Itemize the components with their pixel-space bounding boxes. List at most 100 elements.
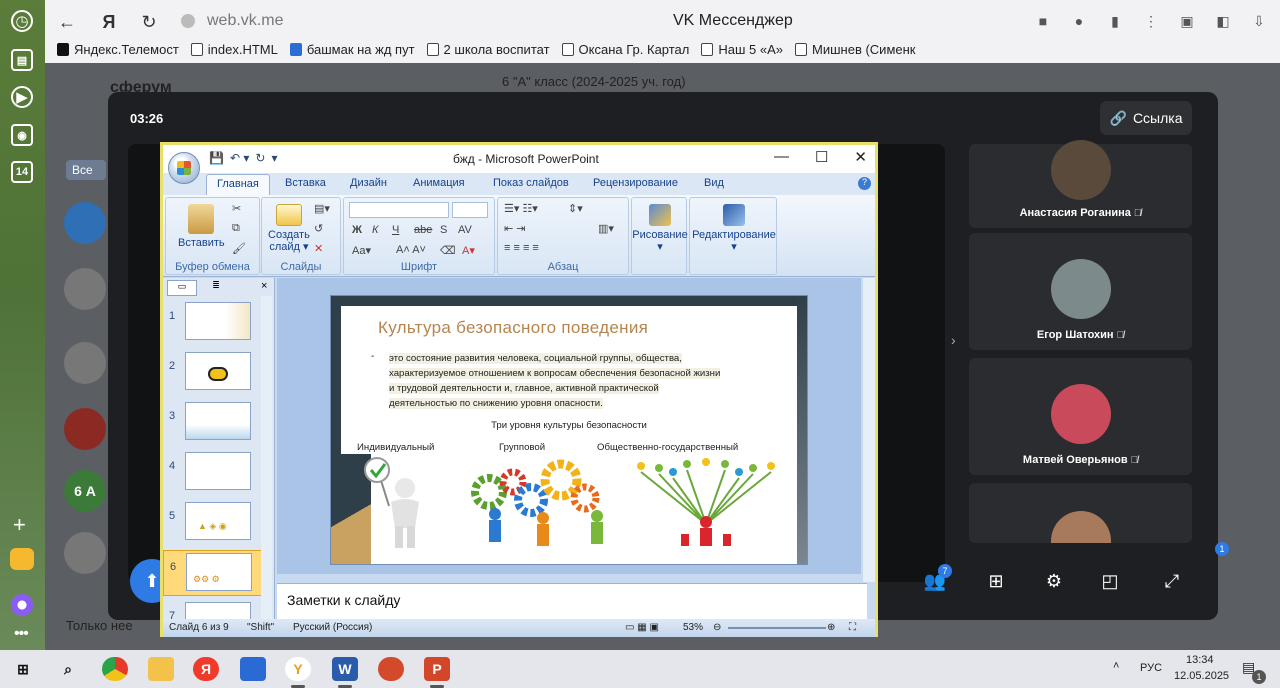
- chevron-right-icon[interactable]: ›: [951, 332, 956, 348]
- zoom-level[interactable]: 53%: [683, 622, 703, 633]
- settings-gear-icon[interactable]: ⚙: [1041, 569, 1067, 593]
- language-indicator[interactable]: Русский (Россия): [293, 622, 372, 633]
- video-icon[interactable]: ▶: [11, 86, 33, 108]
- font-color-button[interactable]: A▾: [462, 244, 475, 257]
- thumbs-scrollbar[interactable]: [261, 296, 272, 620]
- store-icon[interactable]: [240, 657, 266, 681]
- align-icons[interactable]: ≡ ≡ ≡ ≡: [504, 242, 539, 254]
- cut-icon[interactable]: ✂: [232, 202, 241, 215]
- italic-button[interactable]: К: [372, 224, 378, 236]
- tab-animation[interactable]: Анимация: [413, 177, 465, 189]
- participant-tile[interactable]: Матвей Оверьянов 🎙̸: [969, 358, 1192, 475]
- yandex-browser-icon[interactable]: Y: [285, 657, 311, 681]
- drawing-button[interactable]: Рисование ▾: [632, 204, 688, 253]
- bookmark-item[interactable]: Наш 5 «А»: [701, 42, 783, 57]
- chat-avatar[interactable]: [64, 202, 106, 244]
- minimize-icon[interactable]: —: [774, 148, 789, 166]
- undo-icon[interactable]: ↶ ▾: [230, 151, 249, 165]
- paint-icon[interactable]: [378, 657, 404, 681]
- bold-button[interactable]: Ж: [352, 224, 362, 236]
- close-icon[interactable]: ✕: [854, 148, 867, 166]
- tab-review[interactable]: Рецензирование: [593, 177, 678, 189]
- case-button[interactable]: Aa▾: [352, 244, 371, 257]
- camera-icon[interactable]: ■: [1032, 10, 1054, 32]
- grid-view-icon[interactable]: ⊞: [983, 569, 1009, 593]
- picture-in-picture-icon[interactable]: ◰: [1097, 569, 1123, 593]
- mic-icon[interactable]: ●: [1068, 10, 1090, 32]
- link-button[interactable]: 🔗 Ссылка: [1100, 101, 1192, 135]
- yandex-icon[interactable]: Я: [193, 657, 219, 681]
- tab-view[interactable]: Вид: [704, 177, 724, 189]
- slide-thumb[interactable]: 4: [163, 450, 263, 496]
- bookmark-item[interactable]: Мишнев (Сименк: [795, 42, 915, 57]
- tab-design[interactable]: Дизайн: [350, 177, 387, 189]
- bookmark-item[interactable]: Оксана Гр. Картал: [561, 42, 689, 57]
- back-icon[interactable]: ←: [55, 10, 79, 34]
- slide-thumb[interactable]: 2: [163, 350, 263, 396]
- reset-icon[interactable]: ↺: [314, 222, 323, 235]
- new-slide-button[interactable]: Создать слайд ▾: [268, 204, 310, 253]
- chat-avatar[interactable]: [64, 532, 106, 574]
- maximize-icon[interactable]: ☐: [815, 148, 828, 166]
- zoom-out-icon[interactable]: ⊖: [713, 622, 721, 633]
- redo-icon[interactable]: ↻: [255, 151, 265, 165]
- zoom-slider[interactable]: [728, 627, 826, 629]
- word-icon[interactable]: W: [332, 657, 358, 681]
- extension-icon[interactable]: ◧: [1212, 10, 1234, 32]
- font-size-select[interactable]: [452, 202, 488, 218]
- bullets-icon[interactable]: ☰▾ ☷▾: [504, 202, 538, 215]
- alice-icon[interactable]: [11, 594, 33, 616]
- close-pane-icon[interactable]: ×: [261, 280, 267, 292]
- screenshot-icon[interactable]: ◉: [11, 124, 33, 146]
- more-icon[interactable]: •••: [14, 625, 29, 643]
- tabs-icon[interactable]: ▣: [1176, 10, 1198, 32]
- clear-format-button[interactable]: ⌫: [440, 244, 456, 257]
- strike-button[interactable]: abe: [414, 224, 432, 236]
- tray-expand-icon[interactable]: ˄: [1113, 660, 1119, 672]
- paste-button[interactable]: Вставить: [178, 204, 225, 249]
- bookmark-icon[interactable]: ▮: [1104, 10, 1126, 32]
- slide-thumb[interactable]: 1: [163, 300, 263, 346]
- download-icon[interactable]: ⇩: [1248, 10, 1270, 32]
- slide-scrollbar[interactable]: [863, 278, 875, 582]
- columns-icon[interactable]: ▥▾: [598, 222, 614, 235]
- fit-window-icon[interactable]: ⛶: [849, 622, 856, 633]
- copy-icon[interactable]: ⧉: [232, 222, 240, 235]
- notes-pane[interactable]: Заметки к слайду: [277, 583, 867, 619]
- search-icon[interactable]: ⌕: [55, 657, 81, 681]
- mail-icon[interactable]: [10, 548, 34, 570]
- chat-avatar[interactable]: [64, 268, 106, 310]
- filter-all[interactable]: Все: [66, 160, 106, 180]
- language-indicator[interactable]: РУС: [1140, 662, 1162, 674]
- slide-thumb-selected[interactable]: 6 ⚙⚙ ⚙: [163, 550, 263, 596]
- underline-button[interactable]: Ч: [392, 224, 399, 236]
- spacing-button[interactable]: AV: [458, 224, 472, 236]
- slide-thumb[interactable]: 3: [163, 400, 263, 446]
- bookmark-item[interactable]: башмак на жд пут: [289, 42, 415, 57]
- format-painter-icon[interactable]: 🖌: [232, 242, 246, 255]
- line-spacing-icon[interactable]: ⇕▾: [568, 202, 583, 215]
- add-icon[interactable]: +: [13, 512, 26, 538]
- tab-home[interactable]: Главная: [206, 174, 270, 195]
- start-icon[interactable]: ⊞: [10, 657, 36, 681]
- save-icon[interactable]: 💾: [209, 151, 224, 165]
- clock-date[interactable]: 12.05.2025: [1174, 670, 1229, 682]
- slide-thumb[interactable]: 5 ▲ ◈ ◉: [163, 500, 263, 546]
- view-buttons[interactable]: ▭ ▦ ▣: [625, 622, 659, 633]
- grow-font-button[interactable]: A˄ A˅: [396, 244, 426, 256]
- zoom-in-icon[interactable]: ⊕: [827, 622, 835, 633]
- powerpoint-icon[interactable]: P: [424, 657, 450, 681]
- help-icon[interactable]: ?: [858, 177, 871, 190]
- office-button[interactable]: [168, 152, 200, 184]
- menu-dots-icon[interactable]: ⋮: [1140, 10, 1162, 32]
- indent-icon[interactable]: ⇤ ⇥: [504, 222, 526, 235]
- chat-avatar[interactable]: [64, 342, 106, 384]
- fullscreen-icon[interactable]: ⤢: [1159, 569, 1185, 593]
- slides-tab[interactable]: ▭: [167, 280, 197, 296]
- history-icon[interactable]: ◷: [11, 10, 33, 32]
- editing-button[interactable]: Редактирование ▾: [690, 204, 778, 253]
- yandex-icon[interactable]: Я: [97, 10, 121, 34]
- clock-time[interactable]: 13:34: [1186, 654, 1214, 666]
- tab-slideshow[interactable]: Показ слайдов: [493, 177, 569, 189]
- participant-tile[interactable]: Анастасия Роганина 🎙̸: [969, 140, 1192, 228]
